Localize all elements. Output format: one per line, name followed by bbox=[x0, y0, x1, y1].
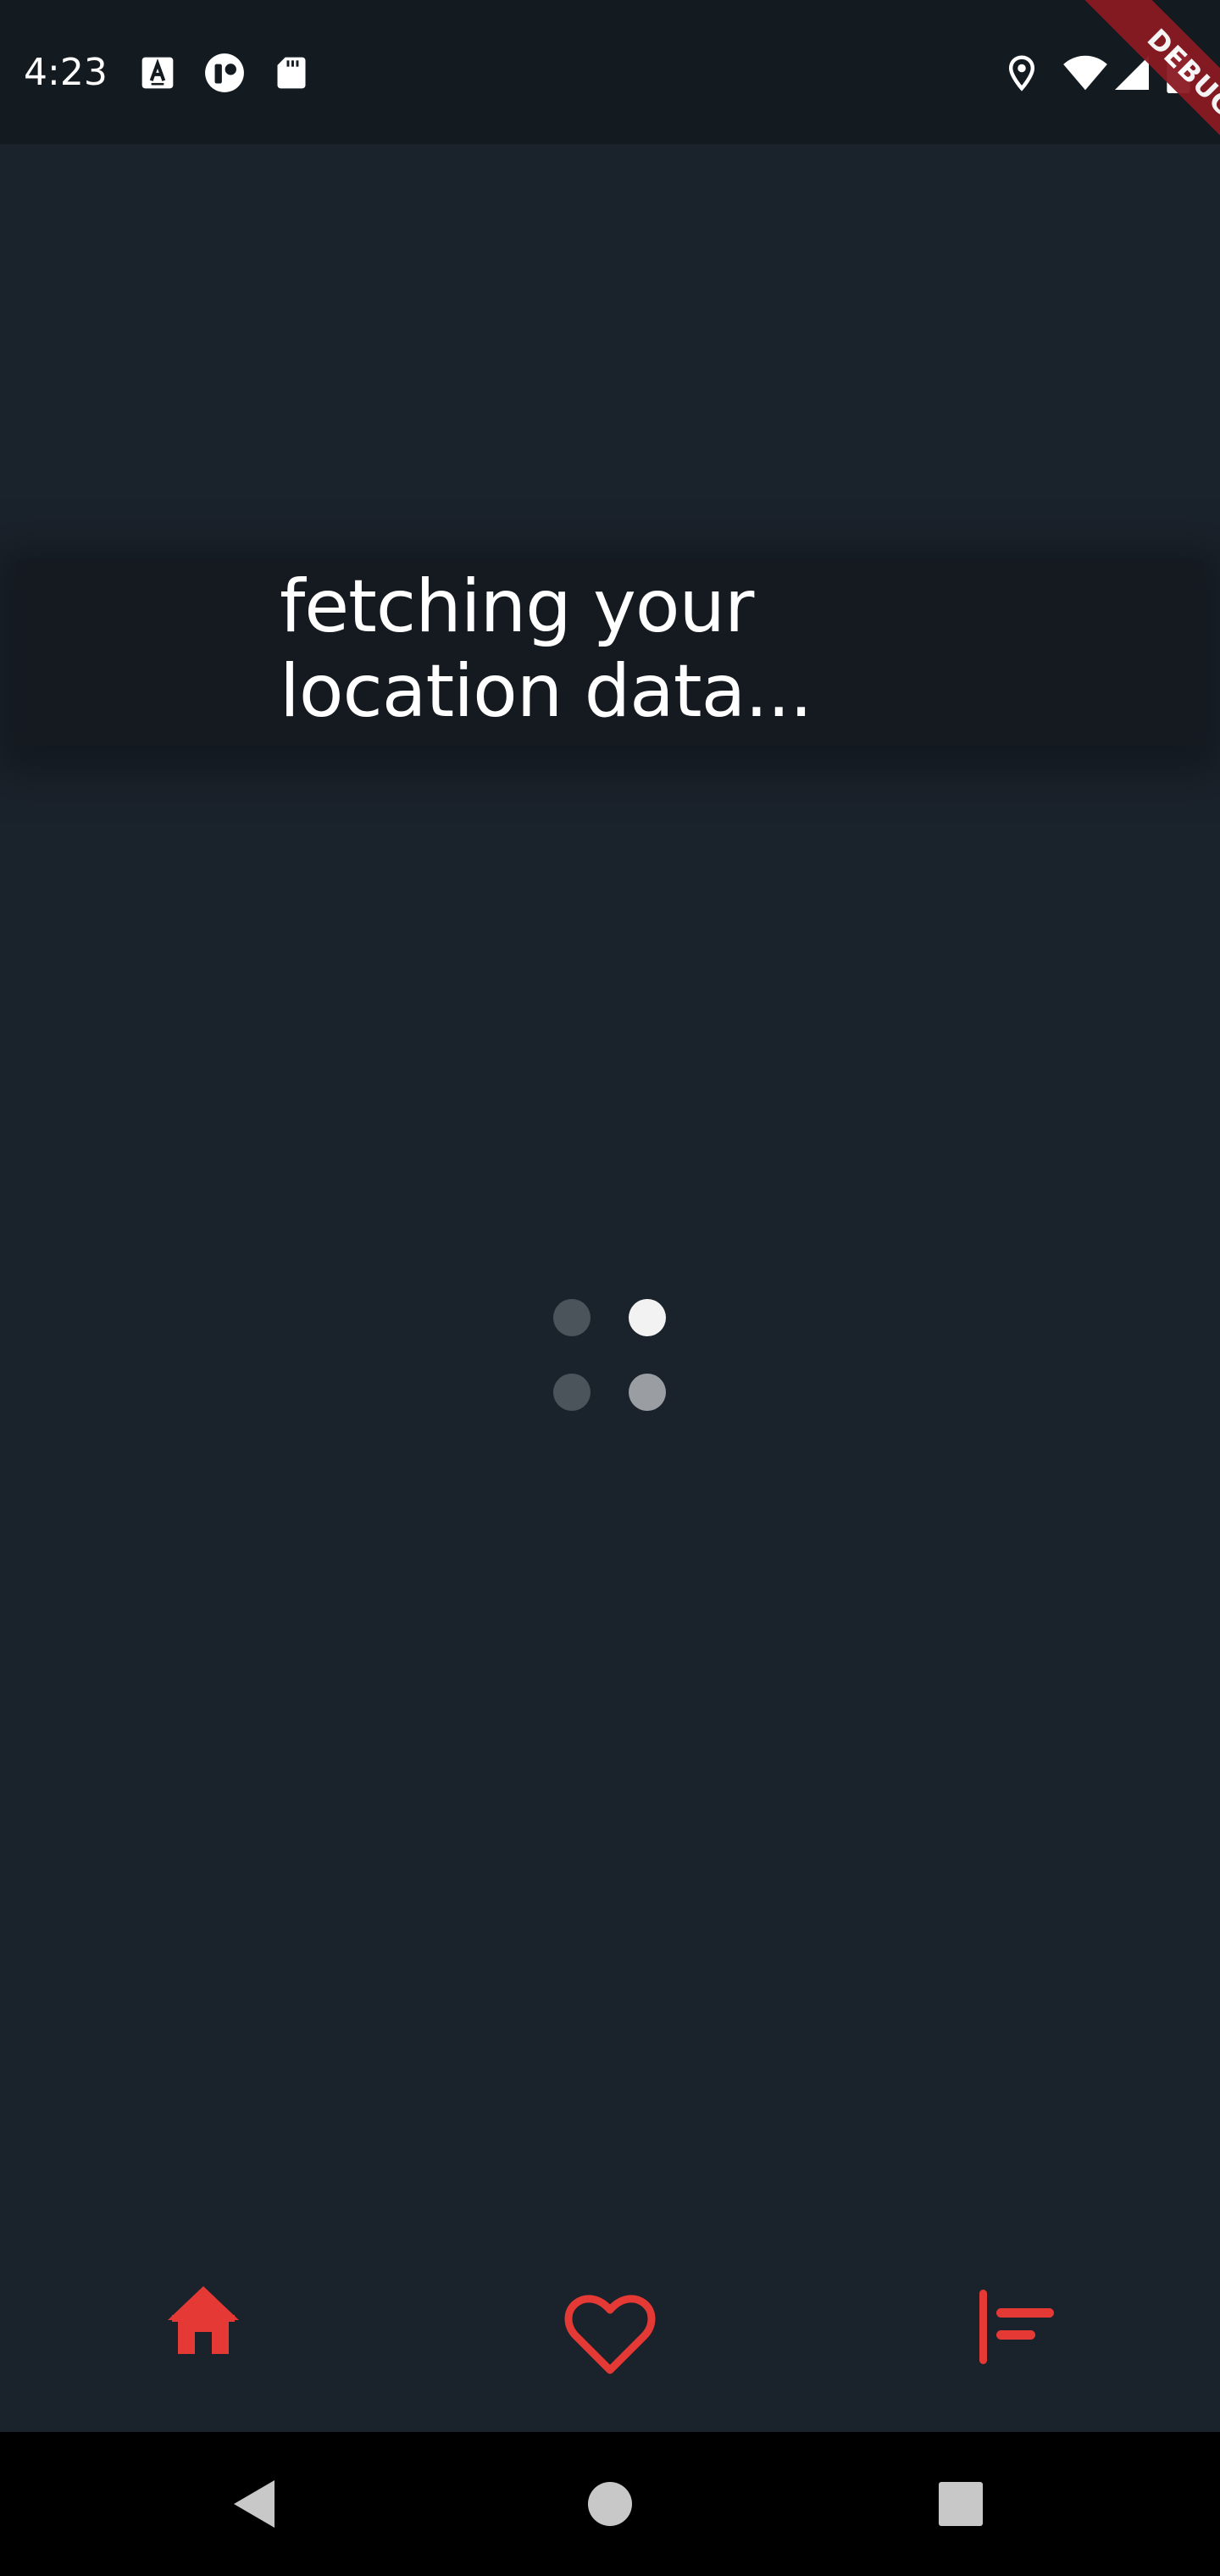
recents-square-icon bbox=[927, 2470, 995, 2538]
sort-align-icon bbox=[957, 2271, 1076, 2390]
system-navigation-bar bbox=[0, 2432, 1220, 2576]
system-home-button[interactable] bbox=[576, 2470, 644, 2538]
font-a-icon bbox=[139, 54, 176, 92]
loading-banner: fetching your location data... bbox=[17, 559, 1203, 746]
home-icon bbox=[144, 2271, 263, 2390]
system-back-button[interactable] bbox=[222, 2470, 290, 2538]
spinner-dot-top-right bbox=[629, 1299, 666, 1336]
spinner-dot-bottom-right bbox=[629, 1374, 666, 1411]
loading-message: fetching your location data... bbox=[280, 564, 812, 734]
status-time: 4:23 bbox=[24, 51, 108, 94]
home-circle-icon bbox=[576, 2470, 644, 2538]
location-pin-icon bbox=[1003, 54, 1040, 92]
app-screen: 4:23 DEBUG fetching your location data..… bbox=[0, 0, 1220, 2576]
spinner-dot-bottom-left bbox=[553, 1374, 591, 1411]
system-recents-button[interactable] bbox=[927, 2470, 995, 2538]
nav-home-button[interactable] bbox=[144, 2271, 263, 2390]
nav-sort-button[interactable] bbox=[957, 2271, 1076, 2390]
back-icon bbox=[222, 2470, 290, 2538]
app-notification-icon bbox=[203, 52, 246, 94]
wifi-icon bbox=[1062, 53, 1108, 93]
heart-icon bbox=[551, 2271, 669, 2390]
nav-favorites-button[interactable] bbox=[551, 2271, 669, 2390]
battery-icon bbox=[1166, 51, 1191, 93]
loading-spinner bbox=[551, 1296, 669, 1415]
status-bar: 4:23 bbox=[0, 0, 1220, 144]
sd-card-icon bbox=[273, 54, 310, 92]
cellular-signal-icon bbox=[1112, 53, 1152, 93]
bottom-navigation bbox=[0, 2254, 1220, 2432]
spinner-dot-top-left bbox=[553, 1299, 591, 1336]
